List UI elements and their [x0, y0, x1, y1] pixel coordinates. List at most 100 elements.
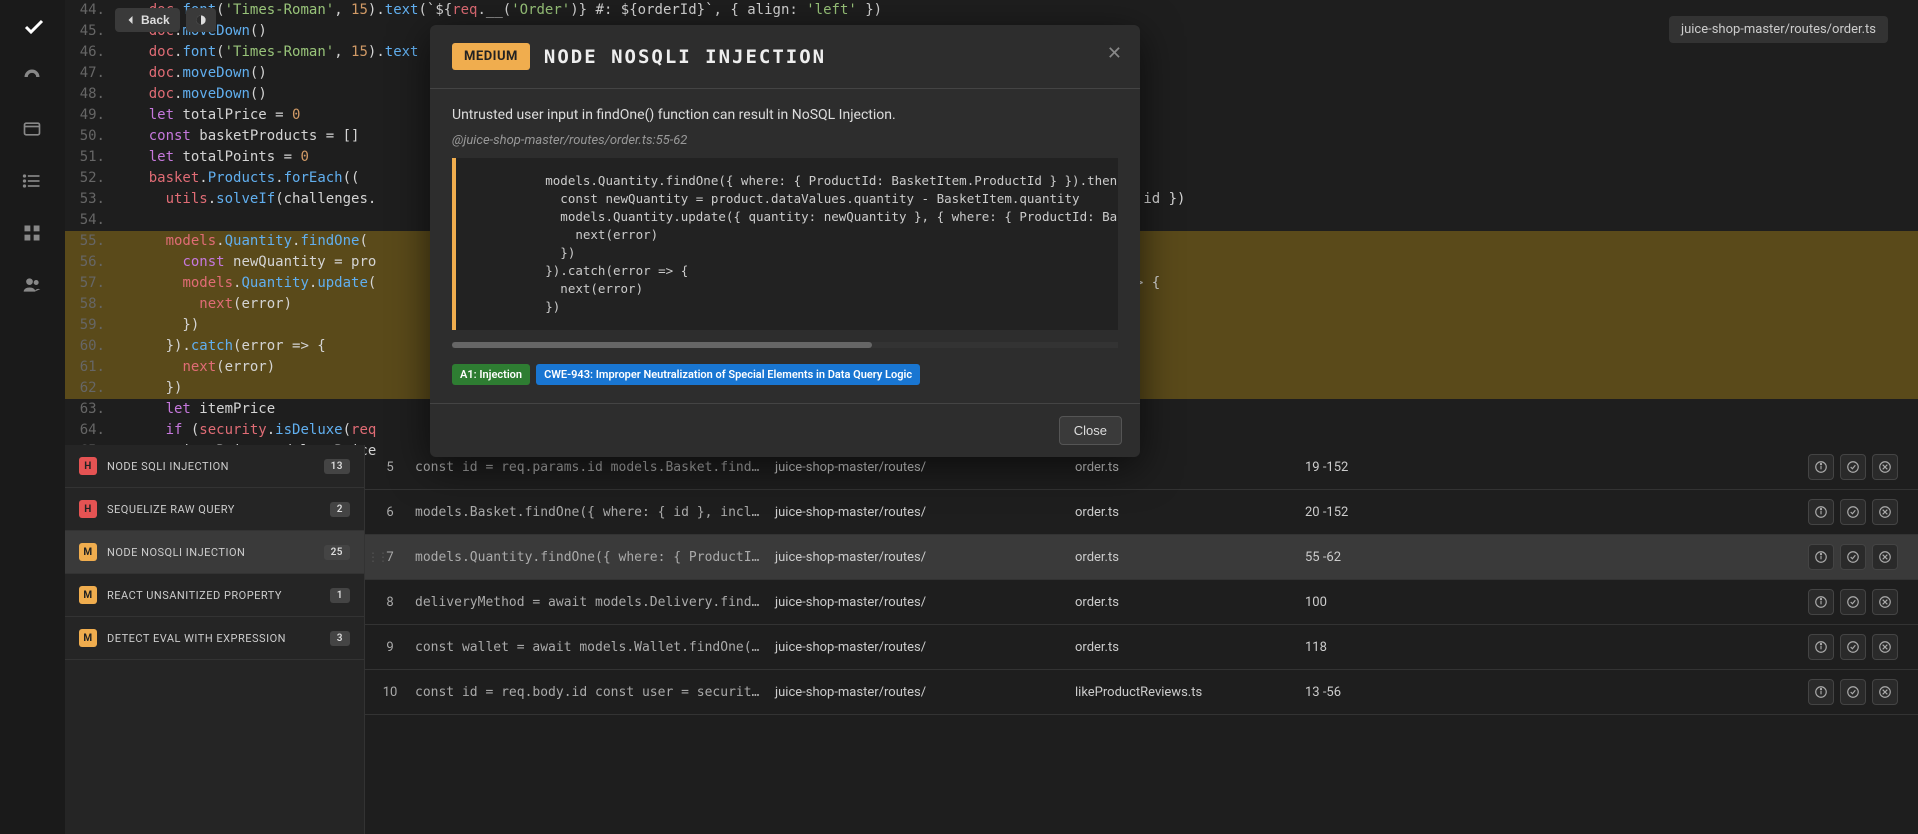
- code-content: const newQuantity = pro: [115, 252, 376, 273]
- dismiss-button[interactable]: [1872, 544, 1898, 570]
- lines: 13 -56: [1305, 685, 1415, 700]
- table-row[interactable]: 6 models.Basket.findOne({ where: { id },…: [365, 490, 1918, 535]
- finding-category[interactable]: M REACT UNSANITIZED PROPERTY 1: [65, 574, 364, 617]
- modal-header: MEDIUM NODE NOSQLI INJECTION ✕: [430, 25, 1140, 89]
- users-icon[interactable]: [22, 275, 44, 297]
- dismiss-button[interactable]: [1872, 634, 1898, 660]
- nav-rail: [0, 0, 65, 834]
- finding-category[interactable]: M DETECT EVAL WITH EXPRESSION 3: [65, 617, 364, 660]
- file: order.ts: [1075, 550, 1305, 565]
- table-row[interactable]: 10 const id = req.body.id const user = s…: [365, 670, 1918, 715]
- finding-category[interactable]: M NODE NOSQLI INJECTION 25: [65, 531, 364, 574]
- row-actions: [1808, 544, 1918, 570]
- finding-category[interactable]: H SEQUELIZE RAW QUERY 2: [65, 488, 364, 531]
- severity-badge: H: [79, 500, 97, 518]
- row-number: ⋮⋮7: [365, 550, 415, 565]
- finding-categories: H NODE SQLI INJECTION 13H SEQUELIZE RAW …: [65, 445, 365, 834]
- gutter-number: 59.: [65, 315, 115, 336]
- dismiss-button[interactable]: [1872, 679, 1898, 705]
- dismiss-button[interactable]: [1872, 589, 1898, 615]
- modal-description: Untrusted user input in findOne() functi…: [452, 107, 1118, 123]
- path: juice-shop-master/routes/: [775, 460, 1075, 475]
- modal-location: @juice-shop-master/routes/order.ts:55-62: [452, 133, 1118, 148]
- row-actions: [1808, 634, 1918, 660]
- approve-button[interactable]: [1840, 499, 1866, 525]
- modal-title: NODE NOSQLI INJECTION: [544, 46, 826, 68]
- grid-icon[interactable]: [22, 223, 44, 245]
- lines: 100: [1305, 595, 1415, 610]
- code-content: const basketProducts = []: [115, 126, 359, 147]
- category-count: 25: [324, 545, 350, 560]
- approve-button[interactable]: [1840, 544, 1866, 570]
- tag: CWE-943: Improper Neutralization of Spec…: [536, 364, 920, 385]
- code-content: let itemPrice: [115, 399, 275, 420]
- finding-table: 5 const id = req.params.id models.Basket…: [365, 445, 1918, 834]
- severity-badge: M: [79, 543, 97, 561]
- tag: A1: Injection: [452, 364, 530, 385]
- row-actions: [1808, 499, 1918, 525]
- snippet: const id = req.body.id const user = secu…: [415, 685, 775, 700]
- file: order.ts: [1075, 505, 1305, 520]
- approve-button[interactable]: [1840, 589, 1866, 615]
- table-row[interactable]: 8 deliveryMethod = await models.Delivery…: [365, 580, 1918, 625]
- dashboard-icon[interactable]: [22, 67, 44, 89]
- path: juice-shop-master/routes/: [775, 640, 1075, 655]
- toolbar: Back: [115, 8, 216, 32]
- gutter-number: 53.: [65, 189, 115, 210]
- row-actions: [1808, 679, 1918, 705]
- gutter-number: 61.: [65, 357, 115, 378]
- dismiss-button[interactable]: [1872, 454, 1898, 480]
- info-button[interactable]: [1808, 499, 1834, 525]
- finding-category[interactable]: H NODE SQLI INJECTION 13: [65, 445, 364, 488]
- info-button[interactable]: [1808, 679, 1834, 705]
- info-button[interactable]: [1808, 544, 1834, 570]
- code-content: doc.moveDown(): [115, 84, 267, 105]
- lines: 19 -152: [1305, 460, 1415, 475]
- category-count: 3: [330, 631, 350, 646]
- severity-badge: M: [79, 586, 97, 604]
- back-button[interactable]: Back: [115, 8, 180, 32]
- approve-button[interactable]: [1840, 679, 1866, 705]
- modal-code-block[interactable]: models.Quantity.findOne({ where: { Produ…: [452, 158, 1118, 330]
- approve-button[interactable]: [1840, 454, 1866, 480]
- close-button[interactable]: Close: [1059, 416, 1122, 445]
- window-icon[interactable]: [22, 119, 44, 141]
- severity-badge: H: [79, 457, 97, 475]
- list-icon[interactable]: [22, 171, 44, 193]
- category-count: 1: [330, 588, 350, 603]
- close-icon[interactable]: ✕: [1107, 43, 1122, 64]
- gutter-number: 45.: [65, 21, 115, 42]
- gutter-number: 47.: [65, 63, 115, 84]
- horizontal-scrollbar[interactable]: [452, 342, 1118, 348]
- drag-handle-icon[interactable]: ⋮⋮: [367, 550, 387, 564]
- approve-button[interactable]: [1840, 634, 1866, 660]
- file: order.ts: [1075, 595, 1305, 610]
- gutter-number: 58.: [65, 294, 115, 315]
- dismiss-button[interactable]: [1872, 499, 1898, 525]
- severity-badge: M: [79, 629, 97, 647]
- table-row[interactable]: 9 const wallet = await models.Wallet.fin…: [365, 625, 1918, 670]
- code-content: models.Quantity.findOne(: [115, 231, 368, 252]
- scrollbar-thumb[interactable]: [452, 342, 872, 348]
- row-number: 6: [365, 505, 415, 520]
- gutter-number: 60.: [65, 336, 115, 357]
- code-content: let totalPrice = 0: [115, 105, 300, 126]
- info-button[interactable]: [1808, 634, 1834, 660]
- row-number: 9: [365, 640, 415, 655]
- category-name: SEQUELIZE RAW QUERY: [107, 503, 330, 516]
- code-content: if (security.isDeluxe(req: [115, 420, 376, 441]
- check-icon[interactable]: [22, 15, 44, 37]
- code-line[interactable]: 44. doc.font('Times-Roman', 15).text(`${…: [65, 0, 1918, 21]
- gutter-number: 55.: [65, 231, 115, 252]
- table-row[interactable]: ⋮⋮7 models.Quantity.findOne({ where: { P…: [365, 535, 1918, 580]
- file: likeProductReviews.ts: [1075, 685, 1305, 700]
- toggle-theme-button[interactable]: [186, 8, 216, 32]
- info-button[interactable]: [1808, 454, 1834, 480]
- snippet: const wallet = await models.Wallet.findO…: [415, 640, 775, 655]
- category-count: 13: [324, 459, 350, 474]
- modal-footer: Close: [430, 403, 1140, 457]
- path: juice-shop-master/routes/: [775, 505, 1075, 520]
- info-button[interactable]: [1808, 589, 1834, 615]
- gutter-number: 62.: [65, 378, 115, 399]
- code-content: next(error): [115, 294, 292, 315]
